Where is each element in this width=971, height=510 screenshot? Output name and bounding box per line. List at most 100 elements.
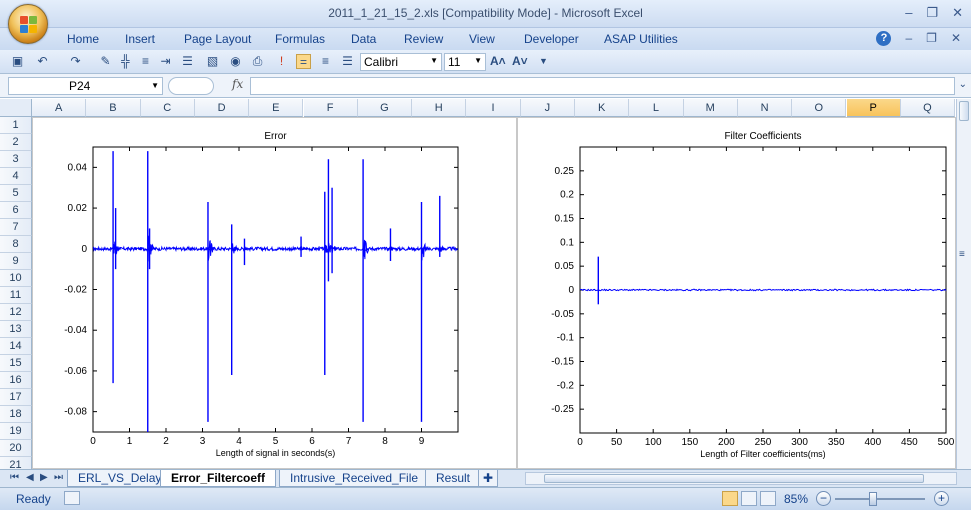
tab-review[interactable]: Review (404, 32, 443, 46)
save-icon[interactable]: ▣ (10, 54, 25, 69)
minimize-icon[interactable]: – (905, 5, 912, 21)
tab-data[interactable]: Data (351, 32, 376, 46)
column-header-d[interactable]: D (194, 99, 250, 117)
row-header-8[interactable]: 8 (0, 236, 32, 253)
row-header-4[interactable]: 4 (0, 168, 32, 185)
office-button[interactable] (8, 4, 48, 44)
sheet-tab-error-filtercoeff[interactable]: Error_Filtercoeff (160, 470, 277, 487)
horizontal-scrollbar[interactable] (525, 472, 957, 485)
row-header-11[interactable]: 11 (0, 287, 32, 304)
minimize-ribbon-icon[interactable]: – (905, 31, 912, 46)
restore-ribbon-icon[interactable]: ❐ (926, 31, 937, 46)
font-name-select[interactable]: Calibri ▼ (360, 53, 442, 71)
chart-filter-coefficients[interactable]: Filter Coefficients Length of Filter coef… (517, 117, 956, 469)
column-header-q[interactable]: Q (900, 99, 956, 117)
print-icon[interactable]: ⎙ (250, 54, 265, 69)
row-header-1[interactable]: 1 (0, 117, 32, 134)
sheet-tab-erl-vs-delay[interactable]: ERL_VS_Delay (67, 470, 173, 487)
row-header-14[interactable]: 14 (0, 338, 32, 355)
indent-icon[interactable]: ⇥ (158, 54, 173, 69)
alert-icon[interactable]: ! (274, 54, 289, 69)
column-header-k[interactable]: K (575, 99, 630, 117)
select-all-corner[interactable] (0, 99, 32, 117)
row-header-15[interactable]: 15 (0, 355, 32, 372)
help-icon[interactable]: ? (876, 31, 892, 46)
column-header-j[interactable]: J (520, 99, 575, 117)
restore-icon[interactable]: ❐ (926, 5, 938, 21)
chart-error[interactable]: Error Length of signal in seconds(s) 0 1 2 3 4… (32, 117, 517, 469)
row-header-3[interactable]: 3 (0, 151, 32, 168)
page-layout-view-button[interactable] (741, 491, 757, 506)
row-header-20[interactable]: 20 (0, 440, 32, 457)
tab-view[interactable]: View (469, 32, 495, 46)
row-header-9[interactable]: 9 (0, 253, 32, 270)
row-header-21[interactable]: 21 (0, 457, 32, 469)
name-box[interactable]: P24 ▼ (8, 77, 163, 95)
row-header-19[interactable]: 19 (0, 423, 32, 440)
row-header-6[interactable]: 6 (0, 202, 32, 219)
page-break-view-button[interactable] (760, 491, 776, 506)
vertical-scrollbar[interactable]: ≡ (956, 99, 971, 469)
formula-input[interactable] (250, 77, 955, 95)
first-sheet-icon[interactable]: ⏮ (10, 472, 19, 483)
increase-font-icon[interactable]: A˄ (490, 54, 506, 69)
worksheet-grid[interactable]: ABCDEFGHIJKLMNOPQ 1 2 3 4 5 6 7 8 9 10 11 12 13 14 15 1… (0, 99, 956, 469)
column-header-o[interactable]: O (792, 99, 847, 117)
next-sheet-icon[interactable]: ▶ (40, 472, 48, 483)
prev-sheet-icon[interactable]: ◀ (26, 472, 34, 483)
insert-clipart-icon[interactable]: ◉ (228, 54, 243, 69)
row-header-17[interactable]: 17 (0, 389, 32, 406)
column-header-b[interactable]: B (86, 99, 141, 117)
insert-function-icon[interactable]: fx (232, 77, 243, 91)
zoom-in-button[interactable]: + (934, 491, 949, 506)
column-header-f[interactable]: F (303, 99, 358, 117)
column-header-h[interactable]: H (412, 99, 467, 117)
column-header-e[interactable]: E (249, 99, 304, 117)
row-header-18[interactable]: 18 (0, 406, 32, 423)
formula-bar-splitter[interactable] (168, 77, 214, 95)
insert-sheet-icon[interactable]: ✚ (478, 470, 499, 487)
close-icon[interactable]: ✕ (952, 5, 963, 21)
align-left-icon[interactable]: ≡ (138, 54, 153, 69)
expand-formula-bar-icon[interactable]: ⌄ (959, 79, 967, 90)
tab-insert[interactable]: Insert (125, 32, 155, 46)
last-sheet-icon[interactable]: ⏭ (54, 472, 63, 483)
row-header-12[interactable]: 12 (0, 304, 32, 321)
tab-page-layout[interactable]: Page Layout (184, 32, 251, 46)
column-header-i[interactable]: I (466, 99, 521, 117)
column-header-l[interactable]: L (629, 99, 684, 117)
merge-cells-icon[interactable]: ╬ (118, 54, 133, 69)
zoom-slider[interactable] (835, 492, 925, 506)
column-header-m[interactable]: M (683, 99, 738, 117)
center-align-icon[interactable]: ☰ (180, 54, 195, 69)
decrease-font-icon[interactable]: A˅ (512, 54, 528, 69)
row-header-7[interactable]: 7 (0, 219, 32, 236)
customize-toolbar-icon[interactable]: ▼ (536, 54, 551, 69)
tab-home[interactable]: Home (67, 32, 99, 46)
sheet-tab-intrusive-received-file[interactable]: Intrusive_Received_File (279, 470, 430, 487)
close-workbook-icon[interactable]: ✕ (951, 31, 961, 46)
row-header-5[interactable]: 5 (0, 185, 32, 202)
column-header-n[interactable]: N (737, 99, 793, 117)
column-header-a[interactable]: A (32, 99, 87, 117)
tab-asap-utilities[interactable]: ASAP Utilities (604, 32, 678, 46)
column-header-p[interactable]: P (846, 99, 901, 117)
border-style-icon[interactable]: = (296, 54, 311, 69)
macro-record-icon[interactable] (64, 491, 80, 505)
redo-icon[interactable]: ↷ (68, 54, 83, 69)
zoom-level[interactable]: 85% (784, 492, 808, 506)
format-painter-icon[interactable]: ✎ (98, 54, 113, 69)
column-header-g[interactable]: G (357, 99, 413, 117)
normal-view-button[interactable] (722, 491, 738, 506)
row-header-2[interactable]: 2 (0, 134, 32, 151)
border-thick-icon[interactable]: ≡ (318, 54, 333, 69)
column-header-c[interactable]: C (140, 99, 195, 117)
undo-icon[interactable]: ↶ (35, 54, 50, 69)
zoom-out-button[interactable]: − (816, 491, 831, 506)
zoom-slider-thumb[interactable] (868, 492, 877, 506)
font-size-select[interactable]: 11 ▼ (444, 53, 486, 71)
vertical-scroll-thumb[interactable] (959, 101, 969, 121)
insert-picture-icon[interactable]: ▧ (205, 54, 220, 69)
row-header-16[interactable]: 16 (0, 372, 32, 389)
border-double-icon[interactable]: ☰ (340, 54, 355, 69)
